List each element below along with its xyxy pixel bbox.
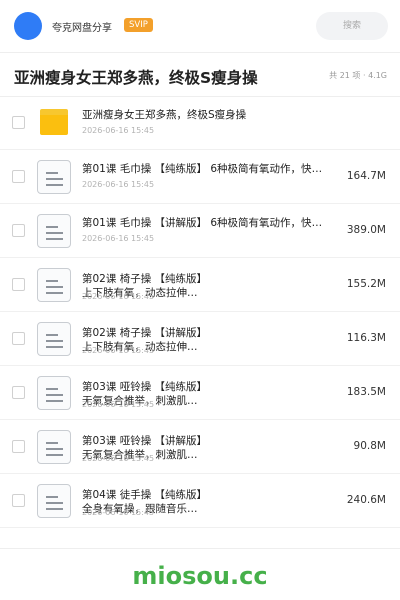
document-icon	[37, 268, 71, 302]
file-date: 2026-06-16 15:45	[82, 234, 155, 243]
file-name[interactable]: 亚洲瘦身女王郑多燕，终极S瘦身操	[82, 108, 330, 122]
folder-row[interactable]: 亚洲瘦身女王郑多燕，终极S瘦身操 2026-06-16 15:45	[0, 96, 400, 150]
file-row[interactable]: 第03课 哑铃操 【纯练版】 无氧复合推举，刺激肌… 2026-06-16 15:…	[0, 366, 400, 420]
file-date: 2026-06-16 15:45	[82, 400, 155, 409]
document-icon	[37, 160, 71, 194]
file-date: 2026-06-16 15:45	[82, 180, 155, 189]
item-count: 共 21 项 · 4.1G	[329, 71, 387, 80]
document-icon	[37, 376, 71, 410]
document-icon	[37, 214, 71, 248]
row-divider	[0, 527, 400, 528]
avatar[interactable]	[14, 12, 42, 40]
select-checkbox[interactable]	[12, 494, 25, 507]
file-name[interactable]: 第01课 毛巾操 【纯练版】 6种极简有氧动作，快速提升…	[82, 162, 330, 176]
share-owner-name: 夸克网盘分享	[52, 23, 112, 34]
file-size: 155.2M	[346, 278, 386, 290]
select-checkbox[interactable]	[12, 278, 25, 291]
select-checkbox[interactable]	[12, 386, 25, 399]
file-name[interactable]: 第01课 毛巾操 【讲解版】 6种极简有氧动作，快速提升…	[82, 216, 330, 230]
select-checkbox[interactable]	[12, 116, 25, 129]
select-checkbox[interactable]	[12, 224, 25, 237]
folder-icon	[40, 109, 68, 135]
file-date: 2026-06-16 15:45	[82, 292, 155, 301]
document-icon	[37, 322, 71, 356]
document-icon	[37, 484, 71, 518]
file-date: 2026-06-16 15:45	[82, 508, 155, 517]
watermark: miosou.cc	[132, 562, 268, 590]
file-row[interactable]: 第02课 椅子操 【纯练版】 上下肢有氧，动态拉伸… 2026-06-16 15:…	[0, 258, 400, 312]
file-size: 116.3M	[346, 332, 386, 344]
file-size: 164.7M	[346, 170, 386, 182]
footer-divider	[0, 548, 400, 549]
top-bar: 夸克网盘分享 SVIP 搜索	[0, 0, 400, 52]
document-icon	[37, 430, 71, 464]
select-checkbox[interactable]	[12, 440, 25, 453]
header-divider	[0, 52, 400, 53]
file-size: 389.0M	[346, 224, 386, 236]
search-input[interactable]: 搜索	[316, 12, 388, 40]
select-checkbox[interactable]	[12, 170, 25, 183]
select-checkbox[interactable]	[12, 332, 25, 345]
file-size: 90.8M	[353, 440, 386, 452]
svip-badge: SVIP	[124, 18, 153, 32]
page-title: 亚洲瘦身女王郑多燕，终极S瘦身操	[14, 69, 258, 87]
file-row[interactable]: 第02课 椅子操 【讲解版】 上下肢有氧，动态拉伸… 2026-06-16 15:…	[0, 312, 400, 366]
file-row[interactable]: 第04课 徒手操 【纯练版】 全身有氧操，跟随音乐… 2026-06-16 15:…	[0, 474, 400, 528]
file-row[interactable]: 第01课 毛巾操 【纯练版】 6种极简有氧动作，快速提升… 2026-06-16 …	[0, 150, 400, 204]
file-date: 2026-06-16 15:45	[82, 454, 155, 463]
file-row[interactable]: 第03课 哑铃操 【讲解版】 无氧复合推举，刺激肌… 2026-06-16 15:…	[0, 420, 400, 474]
file-size: 183.5M	[346, 386, 386, 398]
file-date: 2026-06-16 15:45	[82, 126, 155, 135]
file-row[interactable]: 第01课 毛巾操 【讲解版】 6种极简有氧动作，快速提升… 2026-06-16 …	[0, 204, 400, 258]
file-size: 240.6M	[346, 494, 386, 506]
file-date: 2026-06-16 15:45	[82, 346, 155, 355]
